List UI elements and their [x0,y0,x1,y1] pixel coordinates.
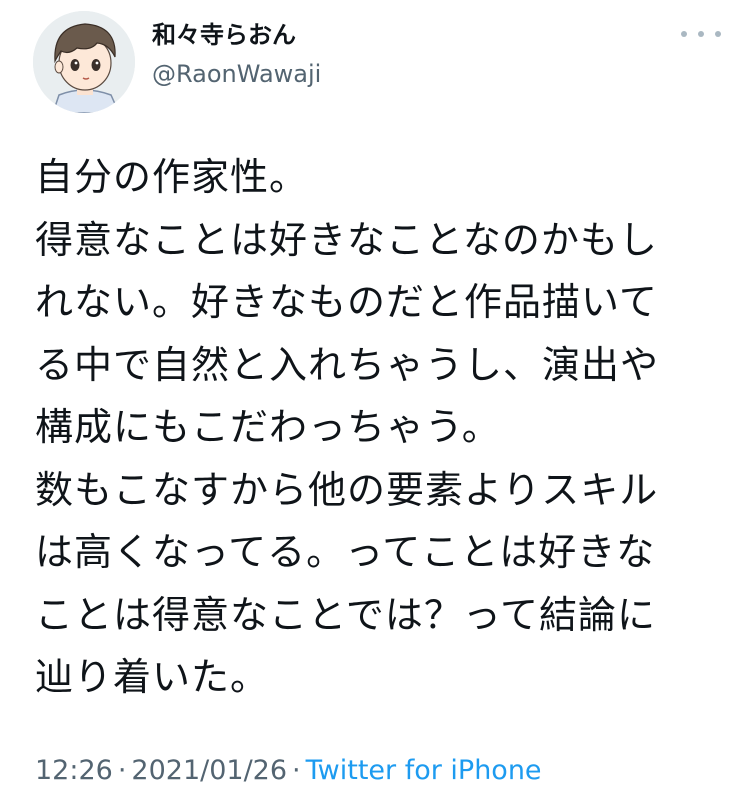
tweet-date[interactable]: 2021/01/26 [131,755,287,786]
tweet-time[interactable]: 12:26 [35,755,113,786]
more-horizontal-icon [698,31,704,37]
avatar-illustration [33,11,135,113]
avatar[interactable] [33,11,135,113]
meta-separator: · [292,755,301,786]
tweet-text-line: 得意なことは好きなことなのかもし [35,217,658,262]
more-horizontal-icon [681,31,687,37]
meta-separator: · [117,755,127,786]
tweet-source-link[interactable]: Twitter for iPhone [306,755,542,786]
display-name[interactable]: 和々寺らおん [152,20,296,50]
tweet-text-line: ことは得意なことでは？って結論に [35,592,656,637]
tweet-card: 和々寺らおん @RaonWawaji 自分の作家性。 得意なことは好きなことなの… [0,0,749,809]
tweet-text-line: は高くなってる。ってことは好きな [35,530,656,574]
tweet-text-line: 自分の作家性。 [35,155,309,199]
tweet-text-line: 辿り着いた。 [35,655,270,699]
tweet-text-line: る中で自然と入れちゃうし、演出や [35,342,660,387]
tweet-text: 自分の作家性。 得意なことは好きなことなのかもし れない。好きなものだと作品描い… [35,146,725,709]
more-options-button[interactable] [681,22,721,46]
more-horizontal-icon [715,31,721,37]
tweet-text-line: 構成にもこだわっちゃう。 [35,405,501,449]
tweet-text-line: 数もこなすから他の要素よりスキル [35,467,659,512]
user-handle[interactable]: @RaonWawaji [152,59,321,89]
tweet-meta: 12:26 · 2021/01/26 · Twitter for iPhone [35,754,542,788]
tweet-text-line: れない。好きなものだと作品描いて [35,280,658,324]
